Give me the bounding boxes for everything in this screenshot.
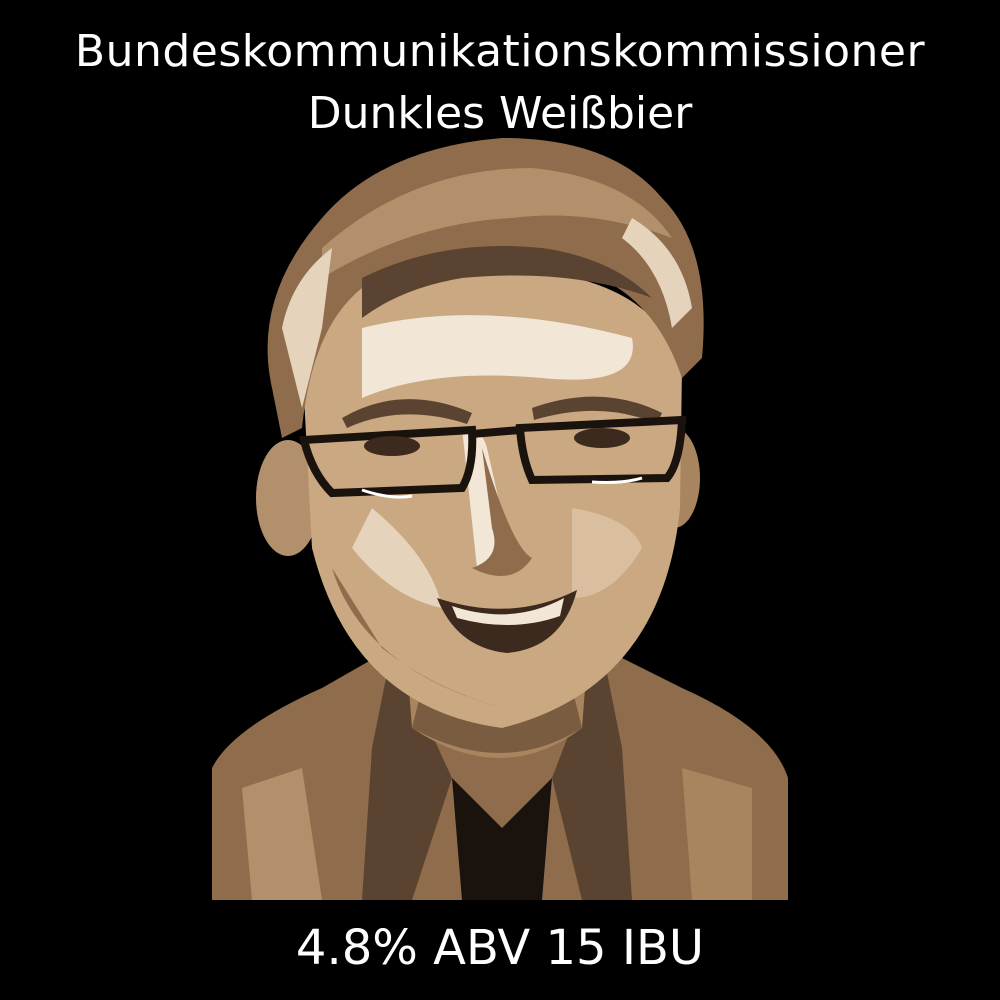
portrait-illustration <box>212 138 788 900</box>
beer-stats: 4.8% ABV 15 IBU <box>295 920 705 976</box>
beer-name: Bundeskommunikationskommissioner <box>74 26 926 77</box>
